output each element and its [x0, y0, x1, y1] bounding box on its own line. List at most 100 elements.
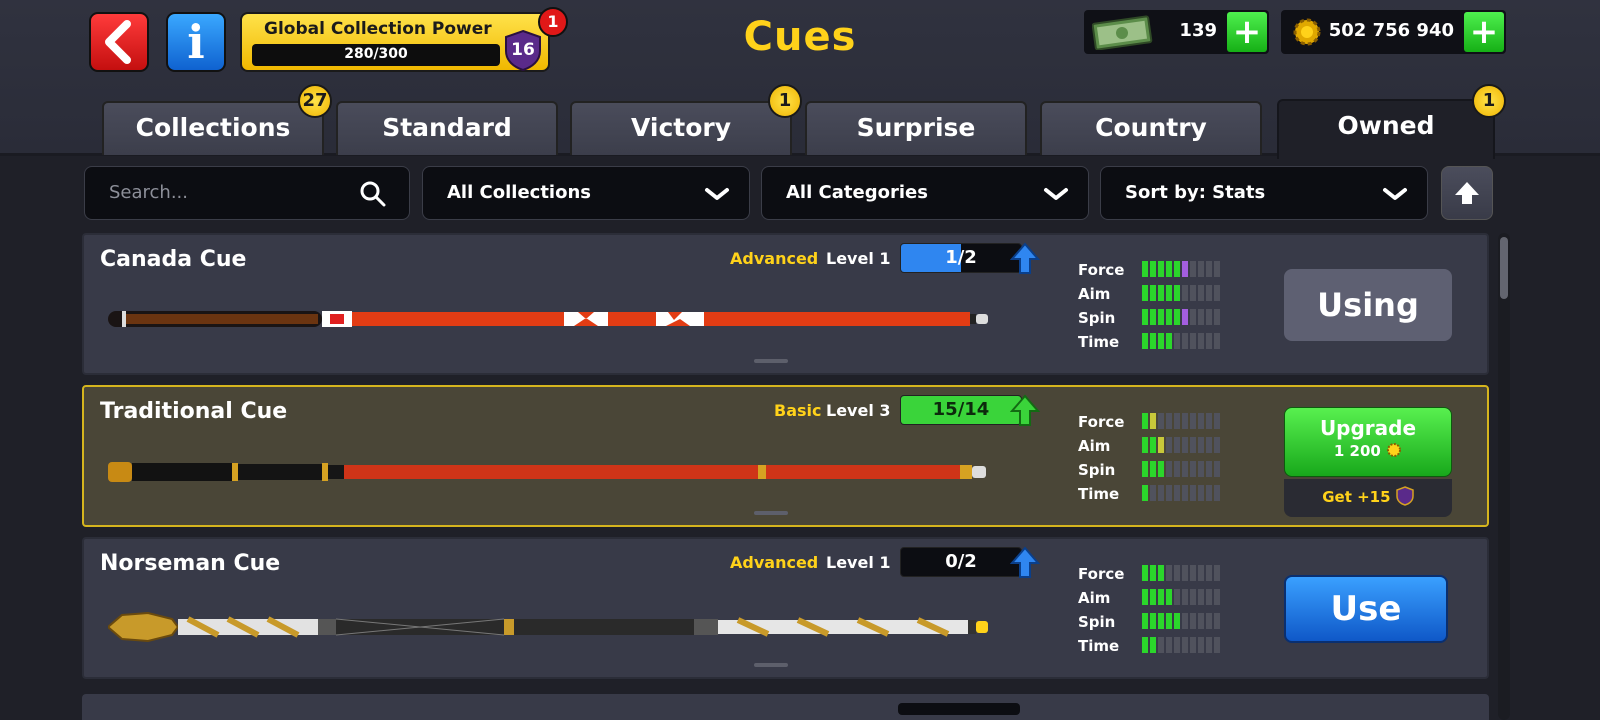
stat-segment — [1214, 565, 1220, 581]
tab-country[interactable]: Country — [1040, 101, 1262, 155]
row-handle — [754, 359, 788, 363]
stat-segment — [1142, 613, 1148, 629]
cue-category: Advanced — [730, 553, 819, 572]
bonus-text: Get +15 — [1322, 488, 1391, 506]
search-icon — [360, 181, 386, 207]
global-collection-power[interactable]: Global Collection Power 280/300 16 — [240, 12, 550, 72]
stat-segment — [1174, 413, 1180, 429]
cue-name: Traditional Cue — [100, 399, 288, 424]
upgrade-cost-line: 1 200 — [1285, 442, 1451, 460]
list-scrollbar[interactable] — [1498, 233, 1510, 720]
stat-segment — [1198, 613, 1204, 629]
stat-segment — [1150, 613, 1156, 629]
stat-segment — [1166, 261, 1172, 277]
cue-category: Basic — [774, 401, 822, 420]
upgrade-button[interactable]: Upgrade 1 200 — [1284, 407, 1452, 477]
stat-segment — [1190, 285, 1196, 301]
stat-segment — [1198, 285, 1204, 301]
stat-segment — [1214, 285, 1220, 301]
tab-victory[interactable]: Victory — [570, 101, 792, 155]
stat-segment — [1158, 413, 1164, 429]
stat-segment — [1198, 309, 1204, 325]
victory-badge: 1 — [768, 84, 802, 118]
time-stat-bar — [1142, 333, 1220, 349]
coin-icon — [1293, 18, 1321, 46]
stat-segment — [1150, 485, 1156, 501]
cue-progress-text: 15/14 — [932, 399, 990, 420]
stat-segment — [1190, 461, 1196, 477]
collection-power-bar: 280/300 — [252, 44, 500, 66]
stat-segment — [1142, 333, 1148, 349]
stat-segment — [1166, 565, 1172, 581]
owned-badge: 1 — [1472, 84, 1506, 118]
aim-label: Aim — [1078, 285, 1111, 303]
stat-segment — [1198, 637, 1204, 653]
cue-progress-text: 1/2 — [945, 247, 977, 268]
stat-segment — [1150, 589, 1156, 605]
tab-standard[interactable]: Standard — [336, 101, 558, 155]
scrollbar-thumb[interactable] — [1500, 237, 1508, 299]
stat-segment — [1150, 437, 1156, 453]
stat-segment — [1174, 485, 1180, 501]
stat-segment — [1190, 309, 1196, 325]
add-cash-button[interactable]: + — [1227, 12, 1267, 52]
tab-surprise[interactable]: Surprise — [805, 101, 1027, 155]
stat-segment — [1206, 437, 1212, 453]
tab-owned[interactable]: Owned — [1277, 99, 1495, 159]
stat-segment — [1214, 309, 1220, 325]
row-handle — [754, 511, 788, 515]
upgrade-arrow-icon — [1010, 394, 1040, 426]
sort-dropdown[interactable]: Sort by: Stats — [1100, 166, 1428, 220]
cue-progress-bar — [898, 703, 1020, 715]
stat-segment — [1174, 285, 1180, 301]
coin-value: 502 756 940 — [1328, 20, 1454, 41]
stat-segment — [1182, 437, 1188, 453]
cue-row-partial[interactable] — [82, 694, 1489, 720]
sort-dropdown-label: Sort by: Stats — [1125, 182, 1266, 203]
back-button[interactable] — [89, 12, 149, 72]
stat-segment — [1150, 309, 1156, 325]
search-input[interactable]: Search... — [84, 166, 410, 220]
norseman-cue-image — [106, 609, 988, 649]
stat-segment — [1158, 565, 1164, 581]
stat-segment — [1150, 333, 1156, 349]
stat-segment — [1206, 333, 1212, 349]
tab-collections[interactable]: Collections — [102, 101, 324, 155]
time-label: Time — [1078, 333, 1120, 351]
cue-progress-text: 0/2 — [945, 551, 977, 572]
stat-segment — [1198, 413, 1204, 429]
cue-level: Level 1 — [826, 553, 891, 572]
cue-row-traditional[interactable]: Traditional Cue Basic Level 3 15/14 Forc… — [82, 385, 1489, 527]
upgrade-label: Upgrade — [1319, 416, 1417, 440]
stat-segment — [1150, 285, 1156, 301]
stat-segment — [1142, 437, 1148, 453]
cue-progress-bar: 1/2 — [900, 243, 1022, 273]
categories-dropdown[interactable]: All Categories — [761, 166, 1089, 220]
stat-segment — [1182, 461, 1188, 477]
force-stat-bar — [1142, 261, 1220, 277]
cue-name: Norseman Cue — [100, 551, 281, 576]
force-label: Force — [1078, 413, 1125, 431]
using-button[interactable]: Using — [1284, 269, 1452, 341]
collection-power-label: Global Collection Power — [264, 19, 492, 39]
stat-segment — [1214, 589, 1220, 605]
collections-dropdown[interactable]: All Collections — [422, 166, 750, 220]
stat-segment — [1166, 437, 1172, 453]
stat-segment — [1142, 285, 1148, 301]
cue-row-canada[interactable]: Canada Cue Advanced Level 1 1/2 Force Ai… — [82, 233, 1489, 375]
stat-segment — [1158, 437, 1164, 453]
add-coins-button[interactable]: + — [1464, 12, 1504, 52]
stat-segment — [1166, 613, 1172, 629]
info-button[interactable]: i — [166, 12, 226, 72]
sort-direction-button[interactable] — [1441, 166, 1493, 220]
stat-segment — [1190, 589, 1196, 605]
cue-row-norseman[interactable]: Norseman Cue Advanced Level 1 0/2 Force … — [82, 537, 1489, 679]
stat-segment — [1198, 437, 1204, 453]
stat-segment — [1206, 413, 1212, 429]
collections-badge: 27 — [298, 84, 332, 118]
stat-segment — [1190, 413, 1196, 429]
stat-segment — [1198, 333, 1204, 349]
aim-label: Aim — [1078, 437, 1111, 455]
use-button[interactable]: Use — [1284, 575, 1448, 643]
shield-icon — [1396, 486, 1414, 506]
